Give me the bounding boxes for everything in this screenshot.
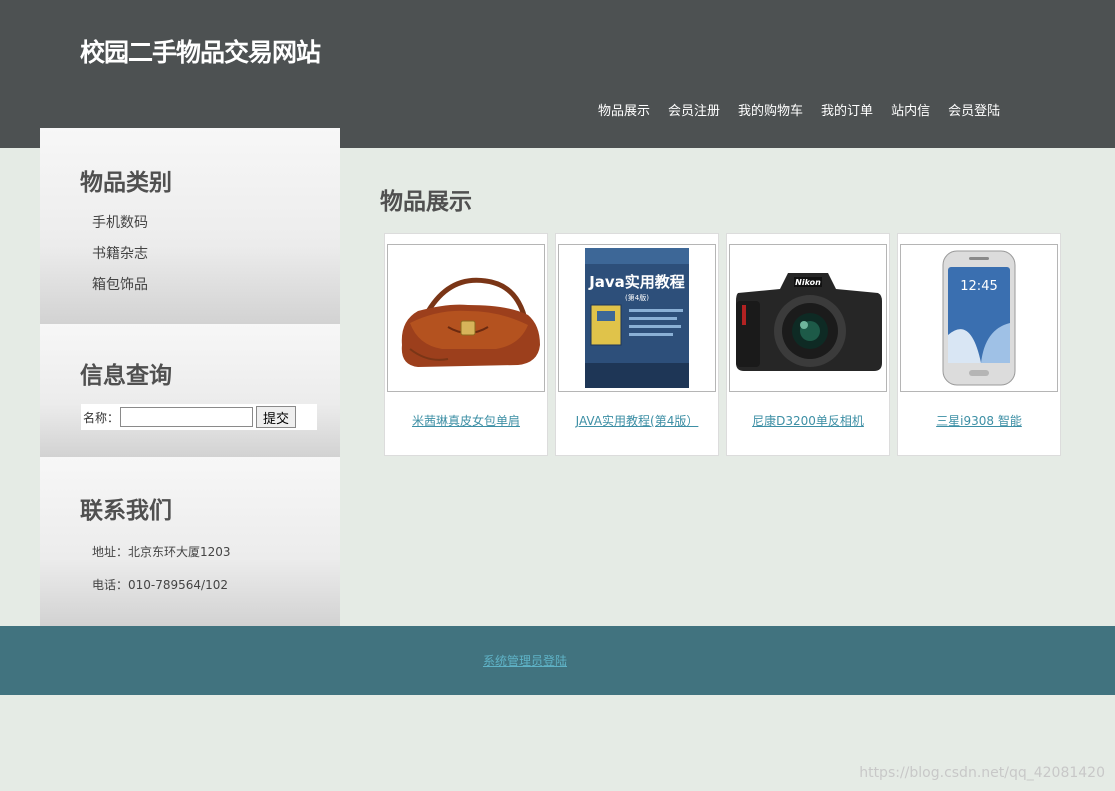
contact-panel: 联系我们 地址：北京东环大厦1203 电话：010-789564/102 bbox=[40, 457, 340, 626]
product-card: Java实用教程 (第4版) JAVA实用教程(第4版） bbox=[555, 233, 719, 456]
book-cover-title: Java实用教程 bbox=[588, 273, 685, 291]
category-item-bags[interactable]: 箱包饰品 bbox=[92, 274, 148, 305]
submit-button[interactable]: 提交 bbox=[256, 406, 297, 428]
nav-item-login[interactable]: 会员登陆 bbox=[948, 100, 1000, 119]
search-panel: 信息查询 名称： 提交 bbox=[40, 324, 340, 457]
product-card: 12:45 三星i9308 智能 bbox=[897, 233, 1061, 456]
contact-phone: 电话：010-789564/102 bbox=[92, 578, 228, 592]
search-form: 名称： 提交 bbox=[81, 404, 317, 430]
camera-image[interactable]: Nikon bbox=[729, 244, 887, 392]
categories-title: 物品类别 bbox=[80, 170, 172, 196]
product-grid: 米茜琳真皮女包单肩 Java实用教程 (第4版) JAVA实用教程(第4版） N… bbox=[384, 233, 1068, 456]
product-link[interactable]: JAVA实用教程(第4版） bbox=[556, 412, 718, 429]
sidebar: 物品类别 手机数码 书籍杂志 箱包饰品 信息查询 名称： 提交 联系我们 地址：… bbox=[40, 128, 340, 626]
product-card: Nikon 尼康D3200单反相机 bbox=[726, 233, 890, 456]
smartphone-image[interactable]: 12:45 bbox=[900, 244, 1058, 392]
book-cover-edition: (第4版) bbox=[625, 293, 649, 302]
main-nav: 物品展示 会员注册 我的购物车 我的订单 站内信 会员登陆 bbox=[598, 100, 1018, 119]
product-link[interactable]: 尼康D3200单反相机 bbox=[727, 412, 889, 429]
product-link[interactable]: 米茜琳真皮女包单肩 bbox=[385, 412, 547, 429]
search-title: 信息查询 bbox=[80, 363, 172, 389]
search-label: 名称： bbox=[83, 410, 120, 425]
book-cover-image[interactable]: Java实用教程 (第4版) bbox=[558, 244, 716, 392]
categories-panel: 物品类别 手机数码 书籍杂志 箱包饰品 bbox=[40, 128, 340, 324]
category-item-digital[interactable]: 手机数码 bbox=[92, 212, 148, 243]
main-title: 物品展示 bbox=[380, 189, 472, 215]
category-item-books[interactable]: 书籍杂志 bbox=[92, 243, 148, 274]
category-list: 手机数码 书籍杂志 箱包饰品 bbox=[92, 212, 148, 305]
nav-item-register[interactable]: 会员注册 bbox=[668, 100, 720, 119]
site-title: 校园二手物品交易网站 bbox=[80, 38, 321, 67]
nav-item-products[interactable]: 物品展示 bbox=[598, 100, 650, 119]
search-input[interactable] bbox=[120, 407, 254, 427]
nav-item-messages[interactable]: 站内信 bbox=[891, 100, 930, 119]
admin-login-link[interactable]: 系统管理员登陆 bbox=[483, 652, 567, 669]
nav-item-orders[interactable]: 我的订单 bbox=[821, 100, 873, 119]
handbag-image[interactable] bbox=[387, 244, 545, 392]
contact-title: 联系我们 bbox=[80, 498, 172, 524]
product-card: 米茜琳真皮女包单肩 bbox=[384, 233, 548, 456]
phone-clock: 12:45 bbox=[960, 279, 997, 294]
watermark: https://blog.csdn.net/qq_42081420 bbox=[859, 765, 1105, 781]
footer: 系统管理员登陆 bbox=[0, 626, 1115, 695]
camera-brand: Nikon bbox=[795, 278, 821, 287]
contact-address: 地址：北京东环大厦1203 bbox=[92, 545, 231, 559]
nav-item-cart[interactable]: 我的购物车 bbox=[738, 100, 803, 119]
header: 校园二手物品交易网站 物品展示 会员注册 我的购物车 我的订单 站内信 会员登陆 bbox=[0, 0, 1115, 148]
product-link[interactable]: 三星i9308 智能 bbox=[898, 412, 1060, 429]
